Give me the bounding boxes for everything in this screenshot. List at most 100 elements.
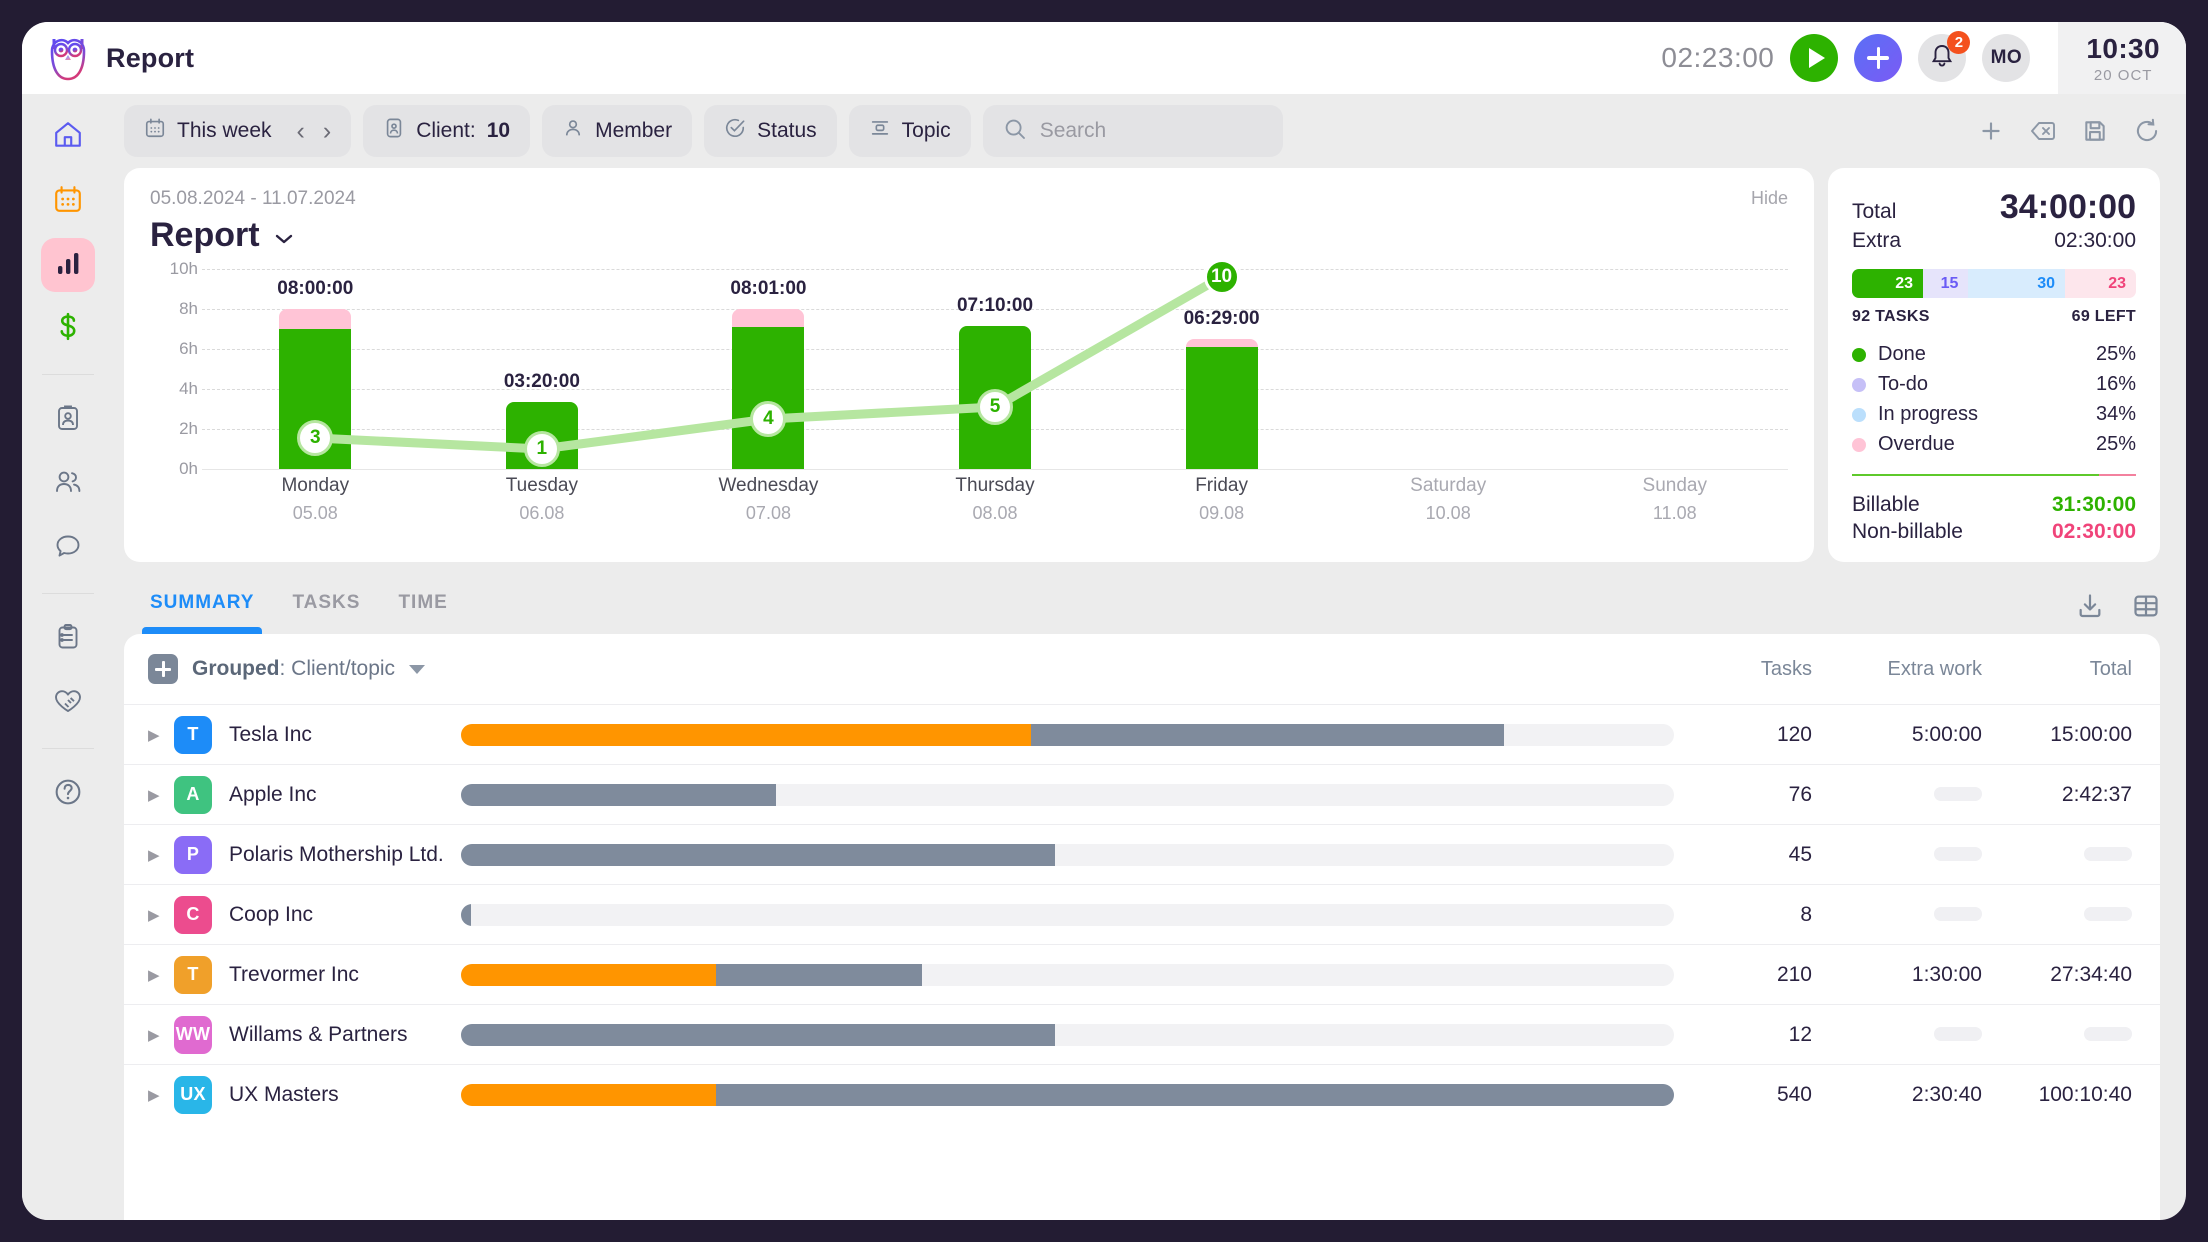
status-segment[interactable]: 15 (1923, 269, 1969, 298)
tab-summary[interactable]: SUMMARY (141, 592, 263, 634)
tab-time[interactable]: TIME (398, 592, 447, 634)
cell-tasks: 12 (1788, 1022, 1812, 1046)
expand-row-icon[interactable]: ▶ (148, 906, 174, 924)
chart-bar-column[interactable] (1561, 269, 1788, 469)
add-filter-button[interactable] (1978, 118, 2004, 144)
expand-row-icon[interactable]: ▶ (148, 1086, 174, 1104)
status-segment[interactable]: 23 (1852, 269, 1923, 298)
table-row[interactable]: ▶ P Polaris Mothership Ltd. 45 (124, 824, 2160, 884)
chart-bar-column[interactable] (1335, 269, 1562, 469)
sidebar-item-reports[interactable] (41, 238, 95, 292)
save-report-button[interactable] (2082, 118, 2108, 144)
x-axis-day: Friday (1195, 475, 1248, 496)
bar-value-label: 03:20:00 (503, 371, 580, 393)
expand-row-icon[interactable]: ▶ (148, 1026, 174, 1044)
date-range: 05.08.2024 - 11.07.2024 (150, 188, 356, 209)
id-card-icon (383, 117, 405, 145)
triangle-down-icon[interactable] (409, 664, 426, 674)
cell-tasks: 120 (1776, 722, 1812, 746)
table-row[interactable]: ▶ WW Willams & Partners 12 (124, 1004, 2160, 1064)
play-icon (1808, 48, 1825, 68)
table-row[interactable]: ▶ T Trevormer Inc 210 1:30:00 27:34:40 (124, 944, 2160, 1004)
sidebar-item-home[interactable] (41, 110, 95, 164)
next-period-button[interactable]: › (323, 118, 331, 144)
empty-value-placeholder (1934, 906, 1982, 921)
summary-card: Total 34:00:00 Extra 02:30:00 23 15 30 23 9… (1828, 168, 2160, 562)
expand-row-icon[interactable]: ▶ (148, 786, 174, 804)
task-status-bar[interactable]: 23 15 30 23 (1852, 269, 2136, 298)
legend-dot (1852, 437, 1866, 452)
chart-bar-column[interactable]: 06:29:00 (1108, 269, 1335, 469)
table-row[interactable]: ▶ T Tesla Inc 120 5:00:00 15:00:00 (124, 704, 2160, 764)
progress-segment-gray (715, 1083, 1674, 1106)
status-filter[interactable]: Status (704, 105, 837, 157)
table-row[interactable]: ▶ C Coop Inc 8 (124, 884, 2160, 944)
x-axis-label: Saturday 10.08 (1335, 475, 1562, 524)
contact-card-icon (54, 404, 82, 437)
sidebar-divider (42, 374, 94, 375)
hide-chart-button[interactable]: Hide (1751, 188, 1788, 209)
clear-filter-button[interactable] (2030, 118, 2056, 144)
expand-row-icon[interactable]: ▶ (148, 966, 174, 984)
progress-segment-orange (461, 963, 716, 986)
table-header: Grouped: Client/topic Tasks Extra work T… (124, 634, 2160, 704)
chevron-down-icon[interactable] (274, 229, 294, 249)
legend-label: In progress (1878, 403, 1979, 425)
client-filter[interactable]: Client: 10 (363, 105, 531, 157)
progress-segment-gray (461, 843, 1056, 866)
y-axis-tick: 6h (179, 339, 198, 358)
sidebar-item-finance[interactable] (41, 302, 95, 356)
cell-tasks: 8 (1800, 902, 1812, 926)
line-point-marker[interactable]: 1 (523, 431, 560, 467)
legend-item: In progress 34% (1852, 403, 2136, 426)
avatar[interactable]: MO (1982, 34, 2031, 82)
notifications-button[interactable]: 2 (1918, 31, 1971, 82)
start-timer-button[interactable] (1790, 34, 1839, 82)
clock-date: 20 OCT (2093, 66, 2153, 84)
table-row[interactable]: ▶ UX UX Masters 540 2:30:40 100:10:40 (124, 1064, 2160, 1124)
sidebar-item-chat[interactable] (41, 521, 95, 575)
expand-row-icon[interactable]: ▶ (148, 726, 174, 744)
column-header-extra-work[interactable]: Extra work (1812, 658, 1982, 681)
status-segment[interactable]: 23 (2064, 269, 2136, 298)
billable-label: Billable (1852, 493, 1920, 516)
tab-tasks[interactable]: TASKS (292, 592, 360, 634)
line-point-marker[interactable]: 5 (977, 389, 1013, 425)
period-filter[interactable]: This week ‹ › (124, 105, 352, 157)
legend-dot (1852, 407, 1866, 422)
sidebar-item-crm[interactable] (41, 676, 95, 730)
columns-button[interactable] (2132, 592, 2160, 620)
legend-label: Done (1878, 343, 1926, 365)
sidebar-item-team[interactable] (41, 457, 95, 511)
search-box[interactable] (982, 105, 1283, 157)
progress-track (461, 963, 1674, 986)
sidebar-item-help[interactable] (41, 767, 95, 821)
line-point-marker[interactable]: 10 (1203, 259, 1240, 295)
clock-time: 10:30 (2086, 32, 2160, 64)
chart-bar-column[interactable]: 07:10:00 (882, 269, 1109, 469)
plus-square-icon[interactable] (148, 654, 178, 684)
client-name: Polaris Mothership Ltd. (229, 842, 444, 866)
prev-period-button[interactable]: ‹ (297, 118, 305, 144)
export-button[interactable] (2076, 592, 2104, 620)
sidebar-item-clients[interactable] (41, 393, 95, 447)
status-segment[interactable]: 30 (1968, 269, 2065, 298)
group-by-control[interactable]: Grouped: Client/topic (148, 654, 426, 684)
progress-cell (461, 723, 1692, 746)
cell-total (1982, 903, 2132, 927)
sidebar-item-tasks[interactable] (41, 612, 95, 666)
create-button[interactable] (1854, 34, 1903, 82)
legend-dot (1852, 377, 1866, 392)
bar-segment-overdue (279, 309, 352, 329)
refresh-button[interactable] (2134, 118, 2160, 144)
column-header-total[interactable]: Total (1982, 658, 2132, 681)
column-header-tasks[interactable]: Tasks (1692, 658, 1812, 681)
member-filter[interactable]: Member (542, 105, 693, 157)
topic-filter[interactable]: Topic (848, 105, 971, 157)
expand-row-icon[interactable]: ▶ (148, 846, 174, 864)
search-input[interactable] (1039, 119, 1263, 143)
sidebar-item-calendar[interactable] (41, 174, 95, 228)
table-row[interactable]: ▶ A Apple Inc 76 2:42:37 (124, 764, 2160, 824)
chart-bar-column[interactable]: 08:01:00 (655, 269, 882, 469)
y-axis: 0h 2h 4h 6h 8h 10h (150, 259, 198, 478)
